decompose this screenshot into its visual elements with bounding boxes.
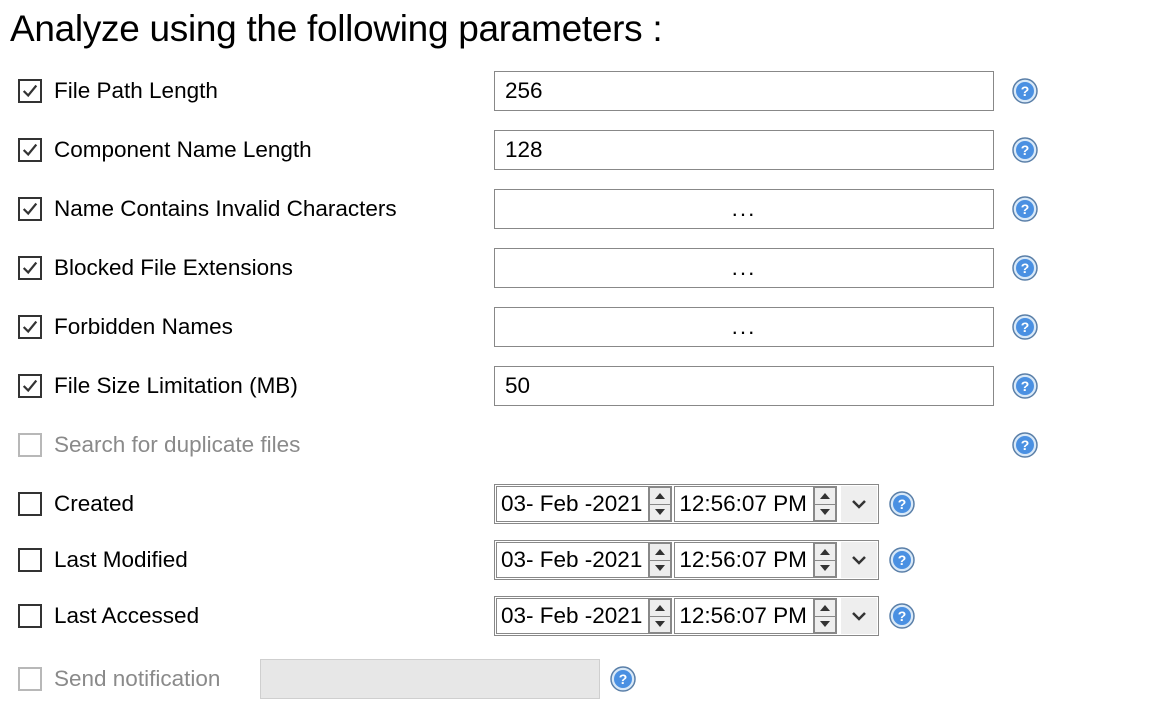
button-invalid-chars-browse[interactable]: ...	[494, 189, 994, 229]
time-picker-accessed[interactable]: 12:56:07 PM	[674, 598, 837, 634]
spin-down-icon[interactable]	[649, 616, 671, 633]
time-picker-modified[interactable]: 12:56:07 PM	[674, 542, 837, 578]
spin-up-icon[interactable]	[649, 543, 671, 560]
spin-down-icon[interactable]	[649, 504, 671, 521]
row-forbidden-names: Forbidden Names ... ?	[8, 304, 1169, 349]
spin-up-icon[interactable]	[814, 543, 836, 560]
time-spinner	[813, 599, 836, 633]
checkbox-blocked-ext[interactable]	[18, 256, 42, 280]
help-icon[interactable]: ?	[610, 666, 636, 692]
help-icon[interactable]: ?	[889, 603, 915, 629]
spin-up-icon[interactable]	[814, 487, 836, 504]
label-blocked-ext: Blocked File Extensions	[54, 255, 494, 281]
svg-text:?: ?	[898, 496, 907, 512]
help-icon[interactable]: ?	[1012, 137, 1038, 163]
checkbox-file-size[interactable]	[18, 374, 42, 398]
svg-text:?: ?	[898, 552, 907, 568]
checkbox-forbidden-names[interactable]	[18, 315, 42, 339]
checkbox-modified[interactable]	[18, 548, 42, 572]
datetime-accessed: 03- Feb -2021 12:56:07 PM	[494, 596, 879, 636]
checkbox-invalid-chars[interactable]	[18, 197, 42, 221]
spin-up-icon[interactable]	[649, 487, 671, 504]
date-picker-modified[interactable]: 03- Feb -2021	[496, 542, 672, 578]
checkbox-duplicates	[18, 433, 42, 457]
spin-up-icon[interactable]	[814, 599, 836, 616]
spin-down-icon[interactable]	[814, 616, 836, 633]
checkbox-file-path-length[interactable]	[18, 79, 42, 103]
row-created: Created 03- Feb -2021 12:56:07 PM ?	[8, 481, 1169, 526]
checkbox-accessed[interactable]	[18, 604, 42, 628]
svg-text:?: ?	[1021, 437, 1030, 453]
datetime-created: 03- Feb -2021 12:56:07 PM	[494, 484, 879, 524]
help-icon[interactable]: ?	[1012, 314, 1038, 340]
checkbox-component-name-length[interactable]	[18, 138, 42, 162]
row-blocked-ext: Blocked File Extensions ... ?	[8, 245, 1169, 290]
date-spinner	[648, 599, 671, 633]
svg-text:?: ?	[1021, 142, 1030, 158]
svg-text:?: ?	[1021, 319, 1030, 335]
help-icon[interactable]: ?	[1012, 78, 1038, 104]
time-value: 12:56:07 PM	[675, 603, 813, 629]
label-accessed: Last Accessed	[54, 603, 494, 629]
datetime-modified: 03- Feb -2021 12:56:07 PM	[494, 540, 879, 580]
calendar-dropdown-button[interactable]	[841, 598, 877, 634]
row-file-size: File Size Limitation (MB) ?	[8, 363, 1169, 408]
date-value: 03- Feb -2021	[497, 547, 648, 573]
time-spinner	[813, 487, 836, 521]
time-picker-created[interactable]: 12:56:07 PM	[674, 486, 837, 522]
date-spinner	[648, 543, 671, 577]
button-blocked-ext-browse[interactable]: ...	[494, 248, 994, 288]
date-value: 03- Feb -2021	[497, 491, 648, 517]
label-send-notification: Send notification	[54, 666, 260, 692]
input-file-path-length[interactable]	[494, 71, 994, 111]
row-modified: Last Modified 03- Feb -2021 12:56:07 PM …	[8, 537, 1169, 582]
checkbox-send-notification	[18, 667, 42, 691]
input-component-name-length[interactable]	[494, 130, 994, 170]
row-send-notification: Send notification ?	[8, 656, 1169, 701]
help-icon[interactable]: ?	[889, 547, 915, 573]
svg-text:?: ?	[1021, 83, 1030, 99]
help-icon[interactable]: ?	[889, 491, 915, 517]
row-file-path-length: File Path Length ?	[8, 68, 1169, 113]
row-duplicates: Search for duplicate files ?	[8, 422, 1169, 467]
svg-text:?: ?	[898, 608, 907, 624]
svg-text:?: ?	[1021, 201, 1030, 217]
calendar-dropdown-button[interactable]	[841, 486, 877, 522]
button-forbidden-names-browse[interactable]: ...	[494, 307, 994, 347]
date-picker-created[interactable]: 03- Feb -2021	[496, 486, 672, 522]
spin-down-icon[interactable]	[649, 560, 671, 577]
label-created: Created	[54, 491, 494, 517]
row-component-name-length: Component Name Length ?	[8, 127, 1169, 172]
help-icon[interactable]: ?	[1012, 432, 1038, 458]
spin-down-icon[interactable]	[814, 560, 836, 577]
row-accessed: Last Accessed 03- Feb -2021 12:56:07 PM …	[8, 593, 1169, 638]
date-value: 03- Feb -2021	[497, 603, 648, 629]
label-forbidden-names: Forbidden Names	[54, 314, 494, 340]
help-icon[interactable]: ?	[1012, 196, 1038, 222]
svg-text:?: ?	[1021, 260, 1030, 276]
spin-down-icon[interactable]	[814, 504, 836, 521]
help-icon[interactable]: ?	[1012, 373, 1038, 399]
time-spinner	[813, 543, 836, 577]
label-file-size: File Size Limitation (MB)	[54, 373, 494, 399]
input-file-size[interactable]	[494, 366, 994, 406]
spin-up-icon[interactable]	[649, 599, 671, 616]
label-file-path-length: File Path Length	[54, 78, 494, 104]
time-value: 12:56:07 PM	[675, 547, 813, 573]
svg-text:?: ?	[619, 671, 628, 687]
label-component-name-length: Component Name Length	[54, 137, 494, 163]
label-modified: Last Modified	[54, 547, 494, 573]
label-duplicates: Search for duplicate files	[54, 432, 494, 458]
page-title: Analyze using the following parameters :	[10, 8, 1169, 50]
row-invalid-chars: Name Contains Invalid Characters ... ?	[8, 186, 1169, 231]
svg-text:?: ?	[1021, 378, 1030, 394]
time-value: 12:56:07 PM	[675, 491, 813, 517]
date-spinner	[648, 487, 671, 521]
checkbox-created[interactable]	[18, 492, 42, 516]
label-invalid-chars: Name Contains Invalid Characters	[54, 196, 494, 222]
input-send-notification	[260, 659, 600, 699]
help-icon[interactable]: ?	[1012, 255, 1038, 281]
date-picker-accessed[interactable]: 03- Feb -2021	[496, 598, 672, 634]
calendar-dropdown-button[interactable]	[841, 542, 877, 578]
